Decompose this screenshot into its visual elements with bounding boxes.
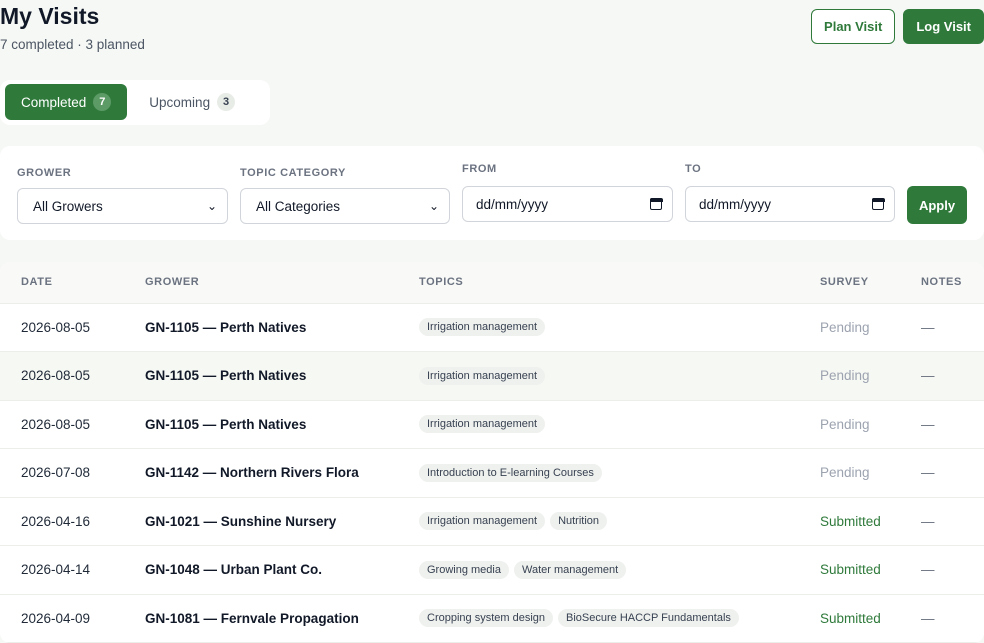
chevron-down-icon: ⌄ [428,199,439,213]
column-header-survey[interactable]: SURVEY [820,262,921,304]
topic-chip: Cropping system design [419,609,554,628]
column-header-topics[interactable]: TOPICS [419,262,820,304]
visit-notes: — [921,513,935,529]
from-date-value: dd/mm/yyyy [476,196,549,212]
visit-grower: GN-1021 — Sunshine Nursery [145,513,337,529]
grower-select-value: All Growers [33,198,103,214]
visit-grower: GN-1105 — Perth Natives [145,319,307,335]
topic-chip: Irrigation management [419,318,546,337]
header-actions: Plan Visit Log Visit [811,9,984,44]
topic-chip: Introduction to E-learning Courses [419,463,602,482]
count-badge: 7 [93,93,112,111]
topic-chip: Water management [513,560,627,579]
table-row[interactable]: 2026-04-09 GN-1081 — Fernvale Propagation… [0,594,984,643]
chevron-down-icon: ⌄ [206,199,217,213]
visit-date: 2026-08-05 [21,368,91,384]
survey-status: Pending [820,319,870,335]
topic-chip: BioSecure HACCP Fundamentals [558,609,739,628]
tab-label: Upcoming [149,94,211,110]
grower-filter-label: GROWER [17,167,72,179]
visits-table: DATE GROWER TOPICS SURVEY NOTES 2026-08-… [0,262,984,643]
survey-status: Submitted [820,513,881,529]
visit-topics: Irrigation management [419,400,820,449]
topic-chip: Growing media [419,560,509,579]
calendar-icon[interactable] [649,197,663,210]
visit-topics: Introduction to E-learning Courses [419,449,820,498]
from-date-input[interactable]: dd/mm/yyyy [462,186,673,222]
to-date-value: dd/mm/yyyy [699,196,772,212]
visit-summary: 7 completed · 3 planned [0,37,145,52]
column-header-notes[interactable]: NOTES [921,262,984,304]
visits-table-card: DATE GROWER TOPICS SURVEY NOTES 2026-08-… [0,262,984,643]
table-row[interactable]: 2026-04-16 GN-1021 — Sunshine Nursery Irri… [0,497,984,546]
visit-notes: — [921,562,935,578]
table-row[interactable]: 2026-08-05 GN-1105 — Perth Natives Irrigat… [0,303,984,352]
grower-select[interactable]: All Growers ⌄ [17,188,228,224]
visit-topics: Irrigation management Nutrition [419,497,820,546]
to-date-label: TO [685,163,702,175]
visit-grower: GN-1048 — Urban Plant Co. [145,562,323,578]
visit-date: 2026-08-05 [21,416,91,432]
survey-status: Pending [820,368,870,384]
filter-panel: GROWER All Growers ⌄ TOPIC CATEGORY All … [0,146,984,240]
column-header-date[interactable]: DATE [0,262,145,304]
visit-date: 2026-04-16 [21,513,91,529]
visit-date: 2026-04-09 [21,610,91,626]
visits-table-body: 2026-08-05 GN-1105 — Perth Natives Irrigat… [0,303,984,643]
page-title: My Visits [0,3,100,29]
visit-date: 2026-04-14 [21,562,91,578]
survey-status: Pending [820,416,870,432]
topic-select-value: All Categories [256,198,341,214]
visit-notes: — [921,319,935,335]
topic-chip: Irrigation management [419,366,546,385]
visit-topics: Growing media Water management [419,546,820,595]
table-row[interactable]: 2026-08-05 GN-1105 — Perth Natives Irrigat… [0,400,984,449]
table-row[interactable]: 2026-04-14 GN-1048 — Urban Plant Co. Growi… [0,546,984,595]
visit-date: 2026-08-05 [21,319,91,335]
from-date-label: FROM [462,163,497,175]
table-row[interactable]: 2026-08-05 GN-1105 — Perth Natives Irrigat… [0,351,984,401]
tab-upcoming[interactable]: Upcoming 3 [133,84,251,120]
visit-notes: — [921,416,935,432]
visit-topics: Cropping system design BioSecure HACCP Fu… [419,594,820,643]
tab-completed[interactable]: Completed 7 [5,84,128,120]
visit-topics: Irrigation management [419,303,820,352]
survey-status: Pending [820,465,870,481]
survey-status: Submitted [820,562,881,578]
tab-label: Completed [21,94,87,110]
log-visit-button[interactable]: Log Visit [903,9,984,44]
topic-filter-label: TOPIC CATEGORY [240,167,346,179]
table-header-row: DATE GROWER TOPICS SURVEY NOTES [0,262,984,304]
visit-topics: Irrigation management [419,352,820,401]
visit-notes: — [921,465,935,481]
visit-date: 2026-07-08 [21,465,91,481]
to-date-input[interactable]: dd/mm/yyyy [685,186,895,222]
plan-visit-button[interactable]: Plan Visit [811,9,896,44]
visit-grower: GN-1142 — Northern Rivers Flora [145,465,359,481]
survey-status: Submitted [820,610,881,626]
topic-chip: Irrigation management [419,415,546,434]
topic-category-select[interactable]: All Categories ⌄ [240,188,450,224]
visit-grower: GN-1081 — Fernvale Propagation [145,610,359,626]
visit-notes: — [921,610,935,626]
count-badge: 3 [217,93,236,111]
visit-grower: GN-1105 — Perth Natives [145,416,307,432]
column-header-grower[interactable]: GROWER [145,262,419,304]
visit-tabs: Completed 7 Upcoming 3 [0,80,270,125]
visit-grower: GN-1105 — Perth Natives [145,368,307,384]
table-row[interactable]: 2026-07-08 GN-1142 — Northern Rivers Flor… [0,449,984,498]
apply-filters-button[interactable]: Apply [907,186,967,224]
topic-chip: Nutrition [550,512,608,531]
topic-chip: Irrigation management [419,512,546,531]
calendar-icon[interactable] [871,197,885,210]
visit-notes: — [921,368,935,384]
